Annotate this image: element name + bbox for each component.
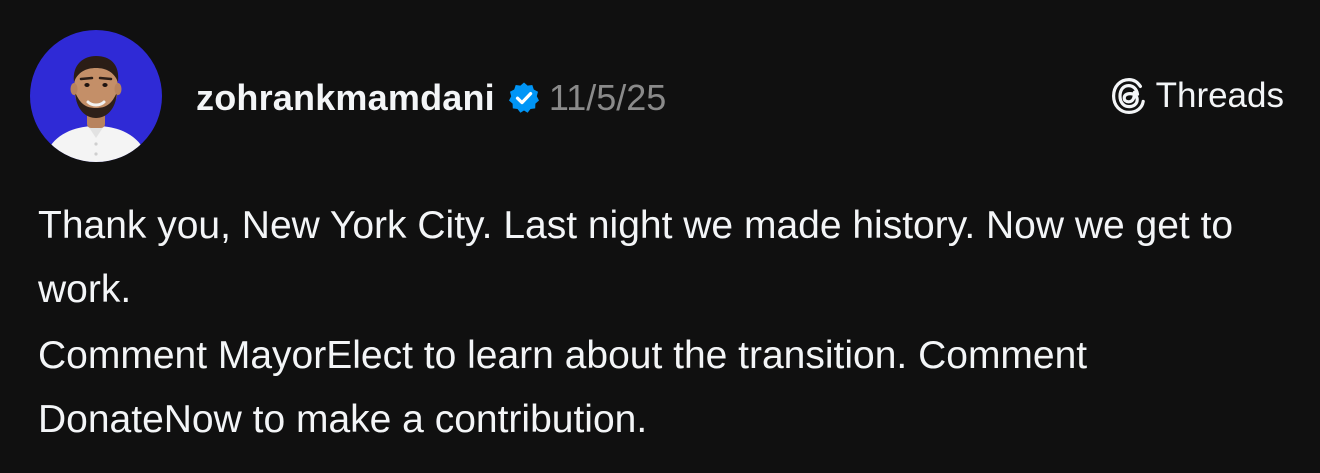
avatar[interactable] <box>30 30 162 162</box>
post-paragraph: Thank you, New York City. Last night we … <box>38 204 1234 311</box>
post-header: zohrankmamdani 11/5/25 <box>196 70 666 126</box>
profile-photo-icon <box>30 30 162 162</box>
verified-badge-icon <box>507 81 541 115</box>
threads-logo-icon <box>1110 76 1148 116</box>
username-link[interactable]: zohrankmamdani <box>196 77 495 119</box>
threads-post-card: zohrankmamdani 11/5/25 Threads Thank you… <box>0 0 1320 473</box>
post-paragraph: Comment MayorElect to learn about the tr… <box>38 334 1088 441</box>
post-body: Thank you, New York City. Last night we … <box>38 194 1288 452</box>
threads-brand-label: Threads <box>1155 76 1284 115</box>
threads-brand-link[interactable]: Threads <box>1110 72 1284 120</box>
post-date[interactable]: 11/5/25 <box>549 77 666 119</box>
